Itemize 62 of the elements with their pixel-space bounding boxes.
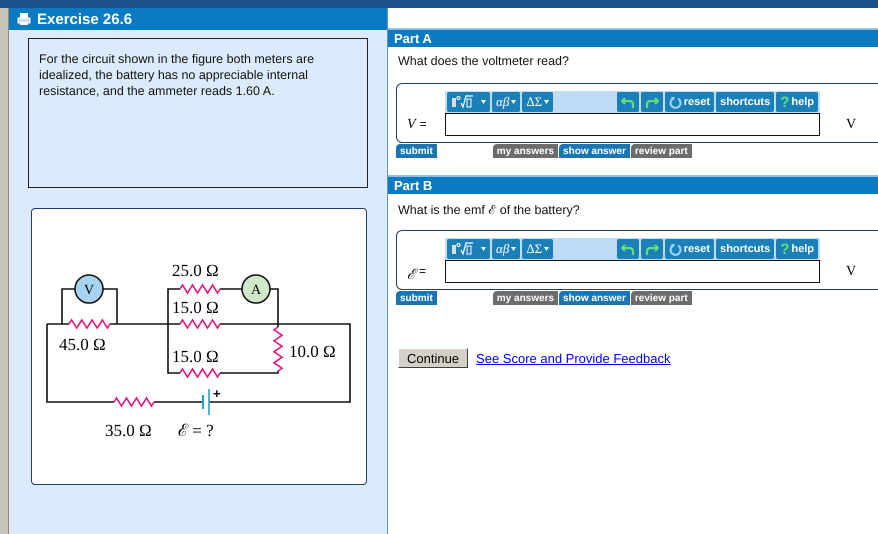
caret-icon <box>511 247 516 251</box>
resistance-label: 25.0 Ω <box>172 261 219 280</box>
reset-button[interactable]: reset <box>664 92 714 112</box>
show-answer-button[interactable]: show answer <box>559 291 630 305</box>
redo-icon <box>644 242 659 256</box>
my-answers-button[interactable]: my answers <box>492 144 558 158</box>
redo-icon <box>644 95 659 109</box>
resistance-label: 45.0 Ω <box>59 335 106 354</box>
problem-text: For the circuit shown in the figure both meters are idealized, the battery has no appreciable internal resistance, and the ammeter reads 1.60 A. <box>28 38 368 188</box>
unit-label: V <box>846 264 856 280</box>
meter-label: V <box>84 283 94 298</box>
caret-icon <box>511 100 516 104</box>
resistance-label: 15.0 Ω <box>172 298 219 317</box>
template-button[interactable] <box>447 239 490 259</box>
part-header: Part B <box>388 175 878 194</box>
shortcuts-button[interactable]: shortcuts <box>716 239 774 259</box>
feedback-link[interactable]: See Score and Provide Feedback <box>476 350 670 366</box>
battery-label: ℰ = ? <box>178 421 214 440</box>
operators-button[interactable]: ΔΣ <box>522 239 554 259</box>
resistance-label: 10.0 Ω <box>289 342 336 361</box>
reset-icon <box>668 96 682 108</box>
my-answers-button[interactable]: my answers <box>492 291 558 305</box>
redo-button[interactable] <box>640 239 663 259</box>
operators-button[interactable]: ΔΣ <box>522 92 554 112</box>
greek-button[interactable]: αβ <box>492 92 520 112</box>
undo-button[interactable] <box>616 239 639 259</box>
variable-label: V <box>407 117 416 133</box>
undo-icon <box>620 242 635 256</box>
answer-field[interactable] <box>445 260 820 283</box>
printer-icon <box>17 12 31 26</box>
plus-sign: + <box>213 386 221 401</box>
submit-button[interactable]: submit <box>396 291 437 305</box>
review-part-button[interactable]: review part <box>630 291 692 305</box>
undo-button[interactable] <box>616 92 639 112</box>
caret-icon <box>481 247 486 251</box>
exercise-title: Exercise 26.6 <box>37 10 132 28</box>
question-text: What is the emf ℰ of the battery? <box>397 202 581 219</box>
resistance-label: 15.0 Ω <box>172 347 219 366</box>
caret-icon <box>481 100 486 104</box>
show-answer-button[interactable]: show answer <box>559 144 630 158</box>
template-button[interactable] <box>447 92 490 112</box>
reset-icon <box>668 242 682 256</box>
help-button[interactable]: ?help <box>776 92 818 112</box>
reset-button[interactable]: reset <box>664 239 714 259</box>
submit-button[interactable]: submit <box>396 144 437 158</box>
continue-button[interactable]: Continue <box>398 348 468 368</box>
question-text: What does the voltmeter read? <box>397 53 570 70</box>
help-button[interactable]: ?help <box>776 239 818 259</box>
greek-button[interactable]: αβ <box>492 239 520 259</box>
meter-label: A <box>250 283 262 298</box>
part-header: Part A <box>388 28 878 47</box>
unit-label: V <box>846 116 856 132</box>
answer-field[interactable] <box>445 113 820 136</box>
equals-sign: = <box>419 264 426 280</box>
caret-icon <box>544 247 550 251</box>
shortcuts-button[interactable]: shortcuts <box>716 92 774 112</box>
review-part-button[interactable]: review part <box>630 144 692 158</box>
redo-button[interactable] <box>640 92 663 112</box>
resistance-label: 35.0 Ω <box>105 421 152 440</box>
equals-sign: = <box>420 117 427 133</box>
undo-icon <box>620 95 635 109</box>
caret-icon <box>544 100 550 104</box>
